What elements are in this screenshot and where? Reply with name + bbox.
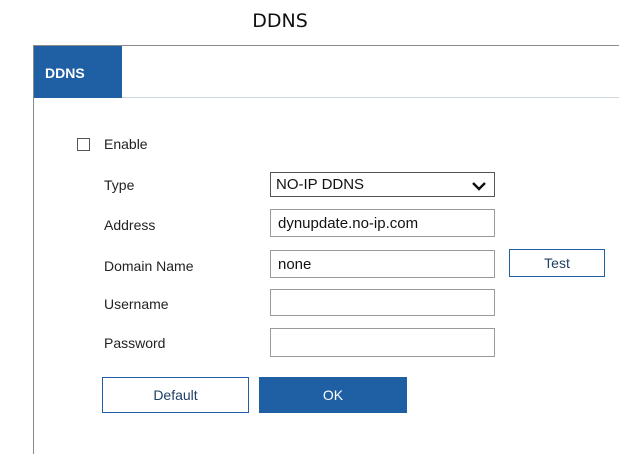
enable-label: Enable [104, 136, 148, 152]
address-field[interactable] [270, 209, 495, 237]
default-button[interactable]: Default [102, 377, 249, 413]
tab-divider [122, 97, 619, 98]
username-field[interactable] [270, 289, 495, 316]
type-label: Type [104, 177, 135, 193]
enable-checkbox[interactable] [77, 138, 90, 151]
domain-name-field[interactable] [270, 250, 495, 278]
page-title: DDNS [252, 10, 308, 32]
username-label: Username [104, 296, 169, 312]
ok-button[interactable]: OK [259, 377, 407, 413]
chevron-down-icon [472, 178, 486, 195]
password-label: Password [104, 335, 166, 351]
type-select[interactable]: NO-IP DDNS [270, 172, 495, 197]
password-field[interactable] [270, 328, 495, 357]
domain-name-label: Domain Name [104, 258, 194, 274]
test-button[interactable]: Test [509, 249, 605, 277]
tab-ddns[interactable]: DDNS [34, 46, 122, 98]
type-select-value: NO-IP DDNS [276, 176, 365, 193]
panel-border [33, 45, 34, 454]
address-label: Address [104, 217, 156, 233]
